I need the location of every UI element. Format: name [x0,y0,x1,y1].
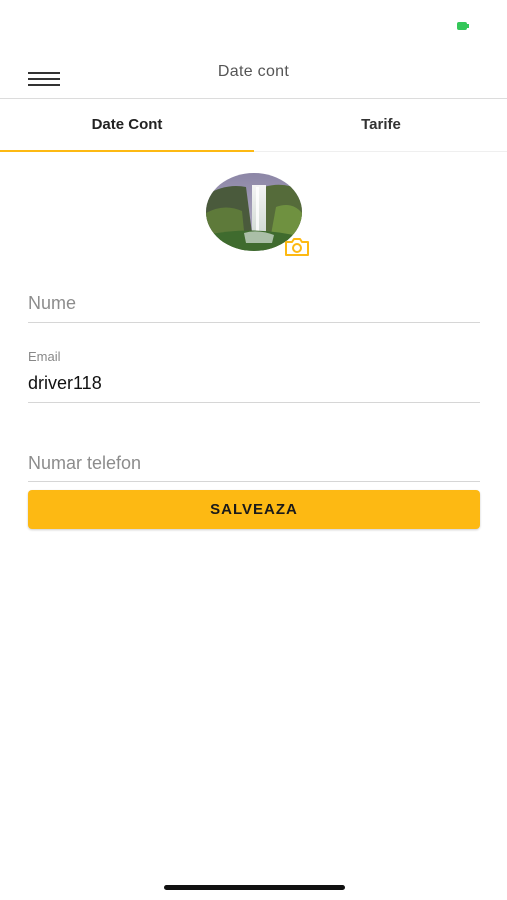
status-bar [0,0,507,48]
phone-input[interactable] [28,451,468,475]
name-input[interactable] [28,291,468,315]
header: Date cont [0,48,507,99]
email-label: Email [28,349,61,364]
active-tab-indicator [0,150,254,152]
tab-date-cont[interactable]: Date Cont [0,99,254,151]
tab-tarife[interactable]: Tarife [254,99,507,151]
email-input[interactable] [28,371,468,395]
name-field [28,285,480,323]
phone-field [28,445,480,482]
camera-icon[interactable] [283,236,311,258]
home-indicator [164,885,345,890]
battery-icon [457,22,469,30]
page-title: Date cont [217,63,290,80]
tab-bar: Date Cont Tarife [0,99,507,152]
save-button[interactable]: SALVEAZA [28,490,480,529]
profile-photo [205,173,315,259]
email-field: Email [28,346,480,403]
